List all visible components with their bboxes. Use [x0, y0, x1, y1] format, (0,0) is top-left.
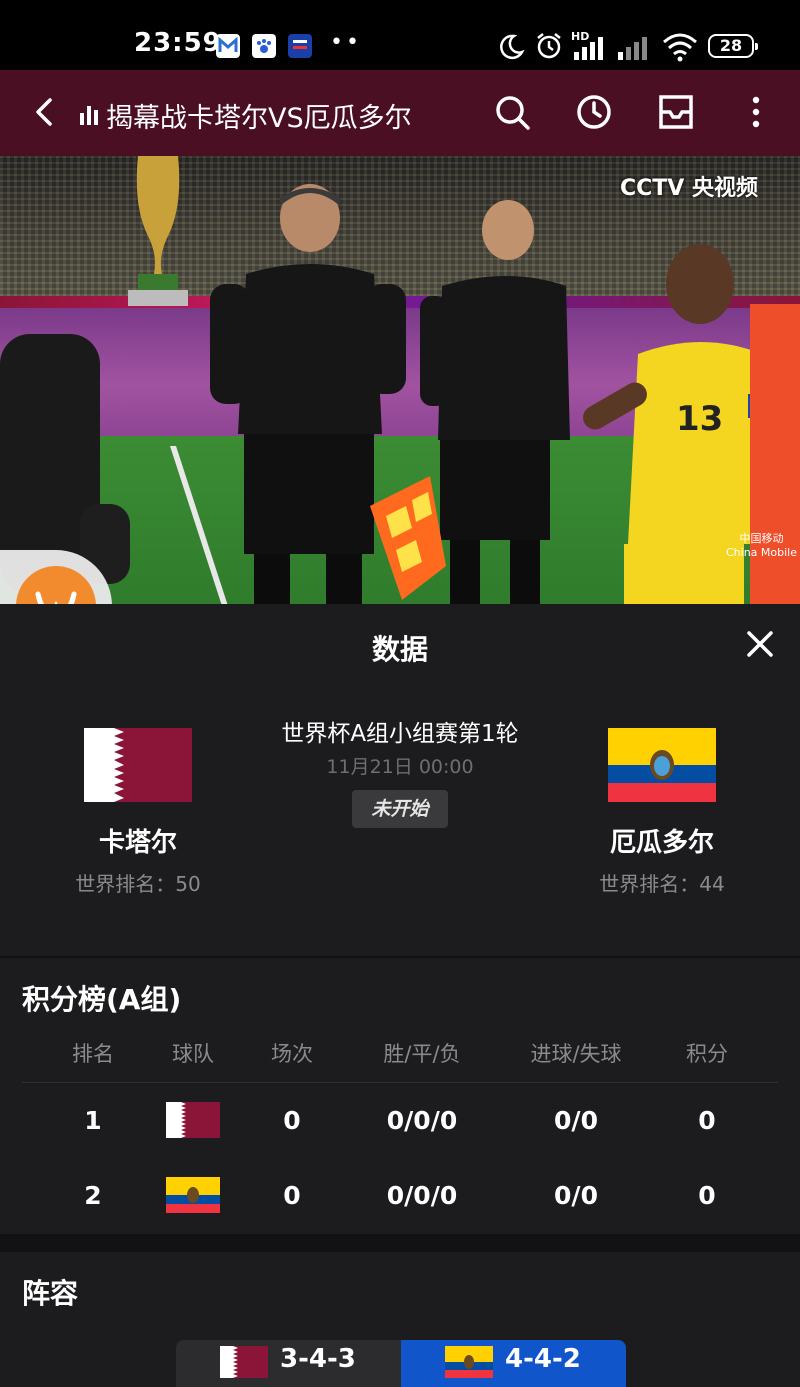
ecuador-flag-tab [445, 1346, 493, 1378]
signal-strength-icon [574, 37, 603, 60]
ecuador-formation: 4-4-2 [505, 1344, 581, 1374]
lineup-section: 阵容 3-4-3 4-4-2 [0, 1252, 800, 1387]
search-icon[interactable] [492, 92, 532, 132]
battery-indicator: 28 [708, 34, 758, 58]
paw-app-icon [252, 34, 276, 58]
table-divider [22, 1082, 778, 1083]
match-status-badge: 未开始 [352, 790, 448, 828]
away-team-rank: 世界排名：44 [599, 872, 725, 896]
world-cup-trophy-image [128, 156, 188, 306]
qatar-formation: 3-4-3 [280, 1344, 356, 1374]
row-rank: 2 [84, 1181, 102, 1210]
match-data-panel: 数据 卡塔尔 世界排名：50 世界杯A组小组赛第1轮 11月21日 00:00 … [0, 604, 800, 956]
match-title: 世界杯A组小组赛第1轮 [281, 721, 519, 747]
signal-weak-icon [618, 37, 647, 60]
row-goals: 0/0 [554, 1181, 598, 1210]
panel-title: 数据 [371, 633, 428, 666]
page-title: 揭幕战卡塔尔VS厄瓜多尔 [106, 103, 412, 134]
ecuador-flag [608, 728, 716, 802]
ecuador-flag-small [166, 1177, 220, 1213]
video-player[interactable]: 13 CCTV 央视频 中国移动 China Mobile [0, 156, 800, 604]
linesman-flag [370, 476, 446, 600]
header-wdl: 胜/平/负 [383, 1042, 461, 1066]
broadcaster-logo: CCTV 央视频 [620, 176, 758, 201]
svg-text:13: 13 [676, 399, 723, 439]
row-wdl: 0/0/0 [386, 1181, 458, 1210]
standings-title: 积分榜(A组) [22, 983, 182, 1016]
inbox-icon[interactable] [656, 92, 696, 132]
qatar-flag-tab [220, 1346, 268, 1378]
back-arrow-icon[interactable] [26, 92, 62, 132]
more-notifications-dots: •• [330, 30, 362, 55]
more-options-icon[interactable] [736, 92, 776, 132]
header-team: 球队 [172, 1042, 214, 1066]
group-standings: 积分榜(A组) 排名 球队 场次 胜/平/负 进球/失球 积分 1 0 0/0/… [0, 958, 800, 1234]
row-played: 0 [283, 1106, 301, 1135]
alarm-icon [537, 33, 561, 59]
row-rank: 1 [84, 1106, 102, 1135]
row-played: 0 [283, 1181, 301, 1210]
home-team-name[interactable]: 卡塔尔 [28, 822, 248, 859]
mail-app-icon [216, 34, 240, 58]
qatar-flag-small [166, 1102, 220, 1138]
tab-ecuador-lineup[interactable]: 4-4-2 [401, 1340, 626, 1387]
row-goals: 0/0 [554, 1106, 598, 1135]
qatar-flag [84, 728, 192, 802]
assistant-circle [16, 566, 96, 604]
match-time: 11月21日 00:00 [326, 756, 474, 778]
live-bars-icon [80, 106, 98, 125]
lineup-team-switcher: 3-4-3 4-4-2 [176, 1340, 626, 1387]
top-app-bar: 揭幕战卡塔尔VS厄瓜多尔 [0, 70, 800, 156]
moon-icon [500, 34, 525, 60]
row-wdl: 0/0/0 [386, 1106, 458, 1135]
history-clock-icon[interactable] [574, 92, 614, 132]
header-goals: 进球/失球 [530, 1042, 622, 1066]
close-icon[interactable] [744, 628, 776, 660]
away-team-name[interactable]: 厄瓜多尔 [552, 822, 772, 859]
lineup-title: 阵容 [22, 1277, 79, 1310]
butterfly-icon [35, 591, 77, 604]
sponsor-logo: 中国移动 China Mobile [726, 532, 798, 559]
tab-qatar-lineup[interactable]: 3-4-3 [176, 1340, 401, 1387]
status-bar: 23:59 •• HD 28 [0, 0, 800, 70]
news-app-icon [288, 34, 312, 58]
header-rank: 排名 [72, 1042, 114, 1066]
header-played: 场次 [271, 1042, 313, 1066]
header-points: 积分 [686, 1042, 728, 1066]
status-time: 23:59 [134, 28, 222, 58]
row-points: 0 [698, 1181, 716, 1210]
home-team-rank: 世界排名：50 [75, 872, 201, 896]
row-points: 0 [698, 1106, 716, 1135]
wifi-icon [663, 33, 697, 62]
